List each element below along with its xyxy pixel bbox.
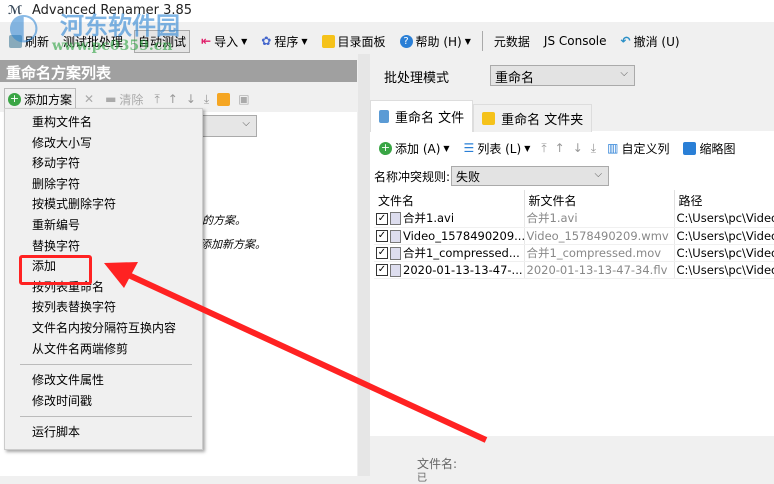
annotation-arrow: [104, 262, 488, 443]
arrow-shaft: [120, 269, 488, 443]
